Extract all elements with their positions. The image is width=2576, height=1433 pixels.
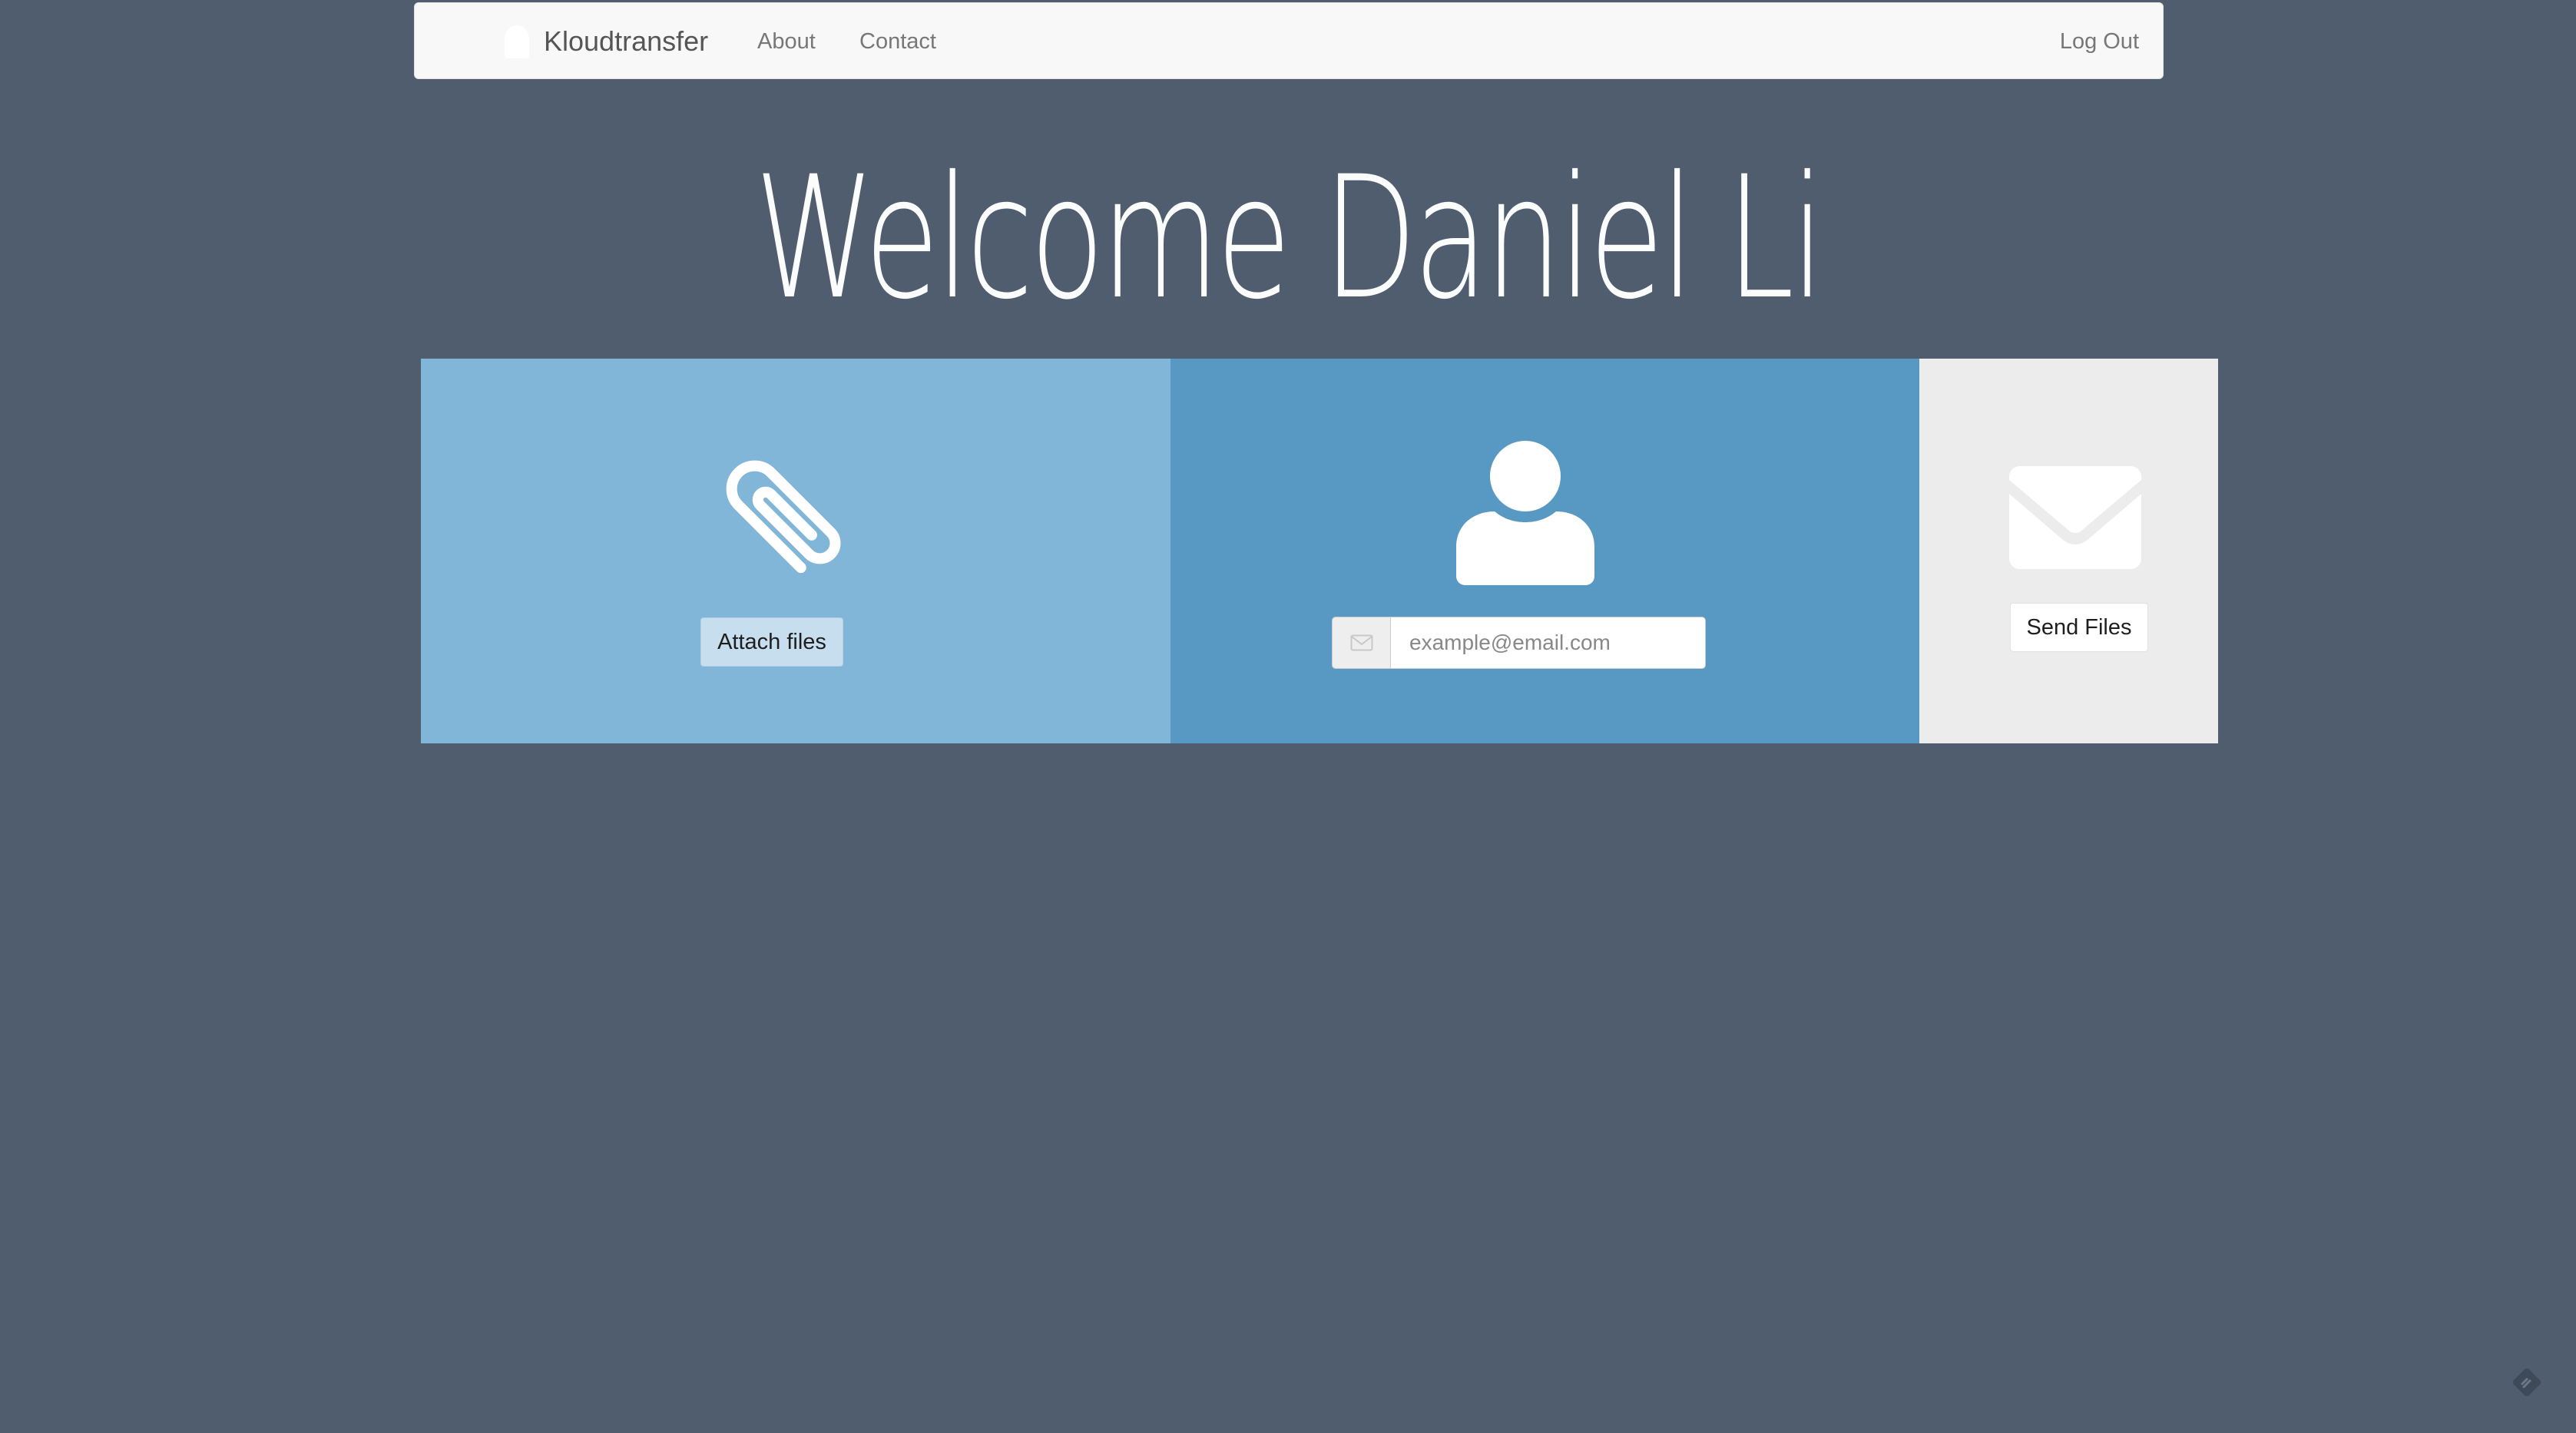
send-files-button[interactable]: Send Files <box>2010 603 2148 652</box>
navbar: Kloudtransfer About Contact Log Out <box>414 2 2164 79</box>
send-panel: Send Files <box>1919 359 2218 743</box>
attach-files-button[interactable]: Attach files <box>700 617 843 667</box>
paperclip-icon <box>726 460 841 574</box>
feedback-badge-icon[interactable] <box>2508 1364 2545 1401</box>
welcome-text: Welcome Daniel Li <box>754 140 1825 336</box>
nav-about-link[interactable]: About <box>757 3 816 80</box>
logout-link[interactable]: Log Out <box>2060 3 2139 80</box>
user-icon <box>1456 441 1594 585</box>
brand-name: Kloudtransfer <box>544 25 709 57</box>
brand-link[interactable]: Kloudtransfer <box>504 3 708 80</box>
email-addon <box>1332 617 1390 669</box>
nav-contact-link[interactable]: Contact <box>859 3 936 80</box>
envelope-small-icon <box>1350 634 1372 651</box>
envelope-icon <box>2009 466 2141 569</box>
attach-panel: Attach files <box>421 359 1170 743</box>
recipient-email-input[interactable] <box>1390 617 1706 669</box>
cloud-logo-icon <box>505 25 529 58</box>
recipient-panel <box>1170 359 1919 743</box>
page: Kloudtransfer About Contact Log Out Welc… <box>0 0 2576 1433</box>
welcome-heading: Welcome Daniel Li <box>361 146 2216 330</box>
email-input-group <box>1332 617 1706 669</box>
